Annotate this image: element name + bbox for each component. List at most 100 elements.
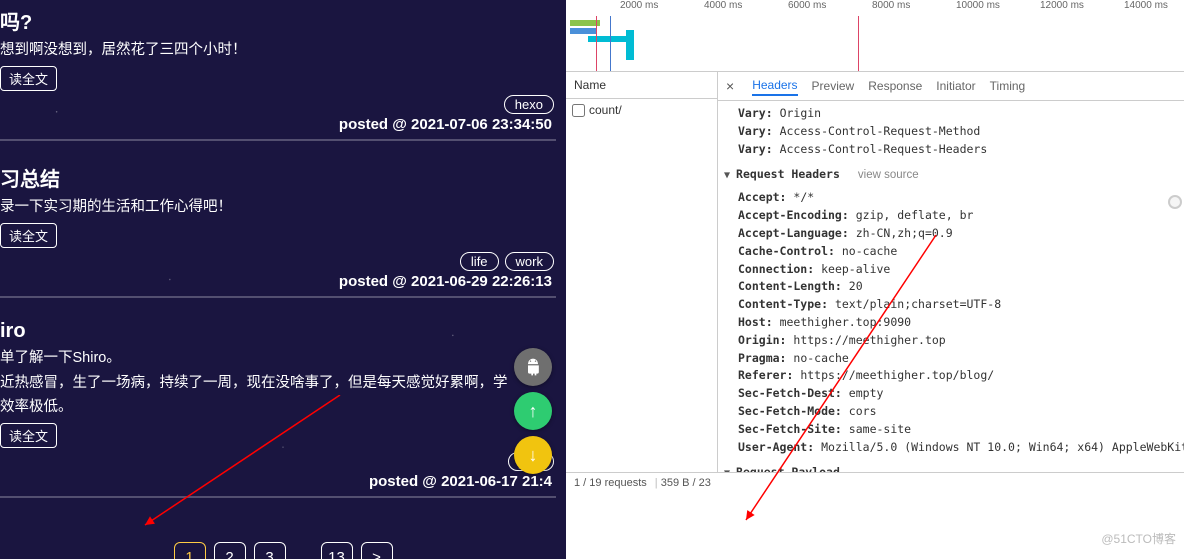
- post-excerpt: 单了解一下Shiro。: [0, 349, 556, 368]
- tag-life[interactable]: life: [460, 252, 499, 271]
- header-key: Sec-Fetch-Dest:: [738, 386, 842, 400]
- page-3[interactable]: 3: [254, 542, 286, 559]
- page-1[interactable]: 1: [174, 542, 206, 559]
- tag-work[interactable]: work: [505, 252, 554, 271]
- page-last[interactable]: 13: [321, 542, 353, 559]
- header-key: Vary:: [738, 142, 773, 156]
- blog-panel: 吗? 想到啊没想到，居然花了三四个小时！ 读全文 hexo posted @ 2…: [0, 0, 566, 559]
- request-checkbox[interactable]: [572, 104, 585, 117]
- header-value: Access-Control-Request-Method: [780, 124, 981, 138]
- header-key: Accept-Language:: [738, 226, 849, 240]
- request-name-column: Name count/: [566, 72, 718, 472]
- header-value: gzip, deflate, br: [856, 208, 974, 222]
- header-value: https://meethigher.top/blog/: [800, 368, 994, 382]
- request-count: 1 / 19 requests: [574, 477, 647, 489]
- request-name: count/: [589, 103, 622, 117]
- blog-post: 习总结 录一下实习期的生活和工作心得吧！ 读全文 life work poste…: [0, 157, 566, 314]
- scroll-indicator-icon: [1168, 195, 1182, 209]
- header-value: Origin: [780, 106, 822, 120]
- post-excerpt: 效率极低。: [0, 398, 556, 417]
- arrow-down-icon[interactable]: ↓: [514, 436, 552, 474]
- divider: [0, 296, 556, 298]
- tab-initiator[interactable]: Initiator: [936, 77, 975, 95]
- header-value: keep-alive: [821, 262, 890, 276]
- tab-preview[interactable]: Preview: [812, 77, 855, 95]
- devtools-panel: 2000 ms 4000 ms 6000 ms 8000 ms 10000 ms…: [566, 0, 1184, 559]
- post-title[interactable]: iro: [0, 320, 556, 343]
- android-icon[interactable]: [514, 348, 552, 386]
- tab-headers[interactable]: Headers: [752, 76, 797, 96]
- header-value: 20: [849, 279, 863, 293]
- page-2[interactable]: 2: [214, 542, 246, 559]
- read-more-button[interactable]: 读全文: [0, 66, 57, 91]
- tick: 8000 ms: [872, 0, 910, 11]
- post-title[interactable]: 吗?: [0, 6, 556, 35]
- header-key: Accept-Encoding:: [738, 208, 849, 222]
- post-excerpt: 近热感冒，生了一场病，持续了一周，现在没啥事了，但是每天感觉好累啊，学: [0, 374, 556, 393]
- name-header[interactable]: Name: [566, 72, 717, 99]
- tag-hexo[interactable]: hexo: [504, 95, 554, 114]
- pagination: 1 2 3 … 13 >: [0, 542, 566, 559]
- header-key: Host:: [738, 315, 773, 329]
- section-request-payload[interactable]: Request Payload: [724, 464, 1170, 472]
- blog-post: 吗? 想到啊没想到，居然花了三四个小时！ 读全文 hexo posted @ 2…: [0, 0, 566, 157]
- header-key: Accept:: [738, 190, 786, 204]
- post-excerpt: 录一下实习期的生活和工作心得吧！: [0, 198, 556, 217]
- header-value: empty: [849, 386, 884, 400]
- close-icon[interactable]: ×: [726, 78, 734, 94]
- detail-tabs: × Headers Preview Response Initiator Tim…: [718, 72, 1184, 101]
- tick: 14000 ms: [1124, 0, 1168, 11]
- header-key: Vary:: [738, 124, 773, 138]
- header-value: same-site: [849, 422, 911, 436]
- tab-response[interactable]: Response: [868, 77, 922, 95]
- section-request-headers[interactable]: Request Headersview source: [724, 166, 1170, 185]
- watermark: @51CTO博客: [1101, 530, 1176, 547]
- header-key: Cache-Control:: [738, 244, 835, 258]
- tick: 10000 ms: [956, 0, 1000, 11]
- post-meta: posted @ 2021-06-17 21:4: [0, 473, 552, 490]
- read-more-button[interactable]: 读全文: [0, 423, 57, 448]
- page-dots: …: [294, 549, 313, 559]
- header-value: no-cache: [793, 351, 848, 365]
- header-value: Access-Control-Request-Headers: [780, 142, 988, 156]
- status-bar: 1 / 19 requests 359 B / 23: [566, 472, 1184, 493]
- request-row-count[interactable]: count/: [566, 99, 717, 121]
- header-value: cors: [849, 404, 877, 418]
- request-detail-column: × Headers Preview Response Initiator Tim…: [718, 72, 1184, 472]
- header-value: meethigher.top:9090: [780, 315, 912, 329]
- tick: 6000 ms: [788, 0, 826, 11]
- network-timeline[interactable]: 2000 ms 4000 ms 6000 ms 8000 ms 10000 ms…: [566, 0, 1184, 72]
- divider: [0, 139, 556, 141]
- tick: 2000 ms: [620, 0, 658, 11]
- post-excerpt: 想到啊没想到，居然花了三四个小时！: [0, 41, 556, 60]
- fab-column: ↑ ↓: [514, 348, 552, 474]
- page-next[interactable]: >: [361, 542, 393, 559]
- header-value: */*: [793, 190, 814, 204]
- arrow-up-icon[interactable]: ↑: [514, 392, 552, 430]
- read-more-button[interactable]: 读全文: [0, 223, 57, 248]
- header-value: Mozilla/5.0 (Windows NT 10.0; Win64; x64…: [821, 440, 1184, 454]
- divider: [0, 496, 556, 498]
- blog-post: iro 单了解一下Shiro。 近热感冒，生了一场病，持续了一周，现在没啥事了，…: [0, 314, 566, 515]
- transfer-size: 359 B / 23: [655, 477, 711, 489]
- header-key: Connection:: [738, 262, 814, 276]
- headers-body[interactable]: Vary: Origin Vary: Access-Control-Reques…: [718, 101, 1184, 472]
- header-key: User-Agent:: [738, 440, 814, 454]
- post-title[interactable]: 习总结: [0, 163, 556, 192]
- header-key: Content-Type:: [738, 297, 828, 311]
- header-key: Pragma:: [738, 351, 786, 365]
- header-value: https://meethigher.top: [793, 333, 945, 347]
- view-source-link[interactable]: view source: [858, 169, 919, 181]
- header-value: zh-CN,zh;q=0.9: [856, 226, 953, 240]
- header-key: Origin:: [738, 333, 786, 347]
- header-key: Referer:: [738, 368, 793, 382]
- tab-timing[interactable]: Timing: [990, 77, 1026, 95]
- header-key: Content-Length:: [738, 279, 842, 293]
- header-key: Vary:: [738, 106, 773, 120]
- header-value: text/plain;charset=UTF-8: [835, 297, 1001, 311]
- header-key: Sec-Fetch-Mode:: [738, 404, 842, 418]
- post-meta: posted @ 2021-07-06 23:34:50: [0, 116, 552, 133]
- tick: 12000 ms: [1040, 0, 1084, 11]
- header-value: no-cache: [842, 244, 897, 258]
- post-meta: posted @ 2021-06-29 22:26:13: [0, 273, 552, 290]
